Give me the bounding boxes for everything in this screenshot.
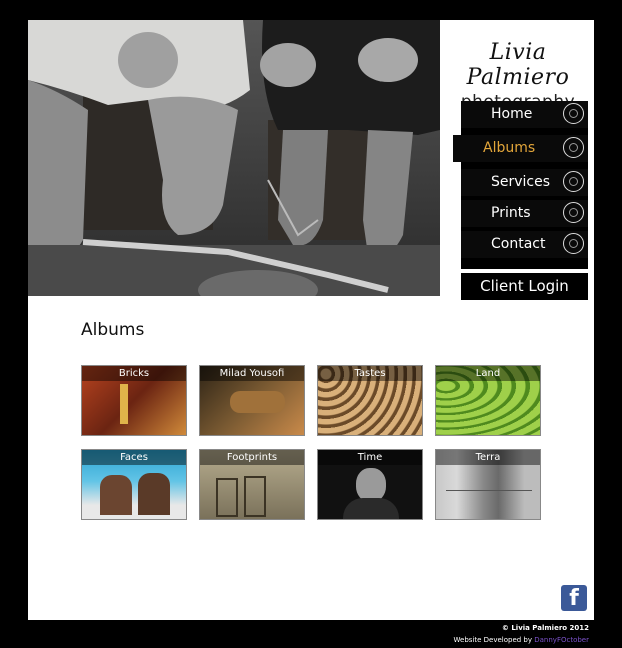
brand-logo[interactable]: Livia Palmiero photography: [442, 20, 594, 112]
nav-label: Contact: [491, 236, 546, 252]
circle-icon: [563, 103, 584, 124]
album-caption: Bricks: [82, 366, 186, 381]
albums-heading: Albums: [81, 320, 145, 340]
album-caption: Land: [436, 366, 540, 381]
album-caption: Time: [318, 450, 422, 465]
developed-prefix: Website Developed by: [453, 636, 533, 644]
nav-label: Prints: [491, 205, 531, 221]
circle-icon: [563, 137, 584, 158]
album-faces[interactable]: Faces: [81, 449, 187, 520]
nav-item-prints[interactable]: Prints: [461, 200, 588, 227]
instrument-shape: [230, 391, 285, 413]
brand-name: Livia Palmiero: [466, 40, 570, 90]
album-tastes[interactable]: Tastes: [317, 365, 423, 436]
chair-shape: [216, 478, 238, 517]
wire-line: [446, 490, 532, 491]
album-caption: Tastes: [318, 366, 422, 381]
album-land[interactable]: Land: [435, 365, 541, 436]
developer-link[interactable]: DannyFOctober: [534, 636, 589, 644]
nav-item-services[interactable]: Services: [461, 169, 588, 196]
copyright-text: © Livia Palmiero 2012: [501, 624, 589, 632]
circle-icon: [563, 233, 584, 254]
bricks-tool: [120, 384, 128, 424]
nav-item-contact[interactable]: Contact: [461, 231, 588, 258]
album-caption: Terra: [436, 450, 540, 465]
album-time[interactable]: Time: [317, 449, 423, 520]
album-bricks[interactable]: Bricks: [81, 365, 187, 436]
album-terra[interactable]: Terra: [435, 449, 541, 520]
album-footprints[interactable]: Footprints: [199, 449, 305, 520]
album-caption: Footprints: [200, 450, 304, 465]
main-nav: Home Albums Services Prints Contact: [453, 101, 588, 269]
shoulder-shape: [343, 498, 399, 519]
page-container: Livia Palmiero photography Home Albums S…: [28, 20, 594, 620]
nav-label: Services: [491, 174, 551, 190]
album-milad-yousofi[interactable]: Milad Yousofi: [199, 365, 305, 436]
chair-shape: [244, 476, 266, 517]
nav-label: Home: [491, 106, 533, 122]
circle-icon: [563, 202, 584, 223]
nav-item-home[interactable]: Home: [461, 101, 588, 128]
facebook-icon[interactable]: f: [561, 585, 587, 611]
figure-shape: [138, 473, 170, 515]
album-caption: Milad Yousofi: [200, 366, 304, 381]
album-caption: Faces: [82, 450, 186, 465]
developed-by: Website Developed by DannyFOctober: [454, 636, 590, 644]
client-login-button[interactable]: Client Login: [461, 273, 588, 300]
nav-label: Albums: [483, 140, 536, 156]
nav-item-albums[interactable]: Albums: [453, 135, 588, 162]
face-shape: [356, 468, 386, 502]
circle-icon: [563, 171, 584, 192]
figure-shape: [100, 475, 132, 515]
hero-photo: [28, 20, 440, 296]
